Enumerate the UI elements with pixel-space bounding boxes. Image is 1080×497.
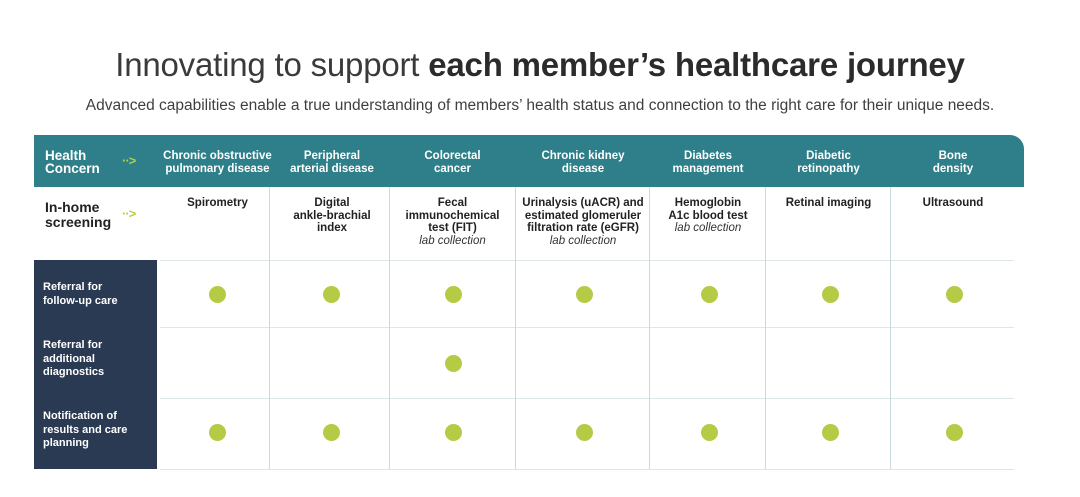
column-divider — [515, 187, 516, 469]
screening-cell-pad: Digital ankle-brachial index — [293, 197, 371, 234]
indicator-dot — [208, 423, 226, 441]
indicator-dot — [322, 285, 340, 303]
indicator-dot — [444, 423, 462, 441]
row-divider — [160, 327, 1014, 328]
indicator-dot — [208, 285, 226, 303]
column-divider — [765, 187, 766, 469]
row-divider — [160, 260, 1014, 261]
indicator-dot — [700, 423, 718, 441]
indicator-dot — [322, 423, 340, 441]
column-header-ckd: Chronic kidney disease — [541, 150, 625, 175]
in-home-screening-label: In-home screening — [45, 199, 112, 230]
page-subtitle: Advanced capabilities enable a true unde… — [85, 97, 995, 114]
arrow-right-icon: ··> — [122, 206, 136, 221]
screening-cell-ckd: Urinalysis (uACR) and estimated glomerul… — [522, 197, 644, 247]
row-label-diagnostics: Referral for additional diagnostics — [43, 339, 105, 378]
column-divider — [649, 187, 650, 469]
screening-cell-bone-density: Ultrasound — [922, 197, 984, 209]
column-divider — [269, 187, 270, 469]
column-header-diabetes: Diabetes management — [672, 150, 744, 175]
screening-cell-retinopathy: Retinal imaging — [785, 197, 872, 209]
column-divider — [890, 187, 891, 469]
column-header-retinopathy: Diabetic retinopathy — [797, 150, 860, 175]
title-regular: Innovating to support — [115, 46, 420, 83]
column-header-pad: Peripheral arterial disease — [290, 150, 374, 175]
row-label-notification: Notification of results and care planning — [43, 410, 128, 449]
title-bold: each member’s healthcare journey — [428, 46, 965, 83]
column-header-bone-density: Bone density — [932, 150, 974, 175]
indicator-dot — [821, 285, 839, 303]
indicator-dot — [945, 285, 963, 303]
indicator-dot — [444, 354, 462, 372]
indicator-dot — [945, 423, 963, 441]
column-header-colorectal: Colorectal cancer — [424, 150, 481, 175]
row-divider — [160, 469, 1014, 470]
row-label-follow-up: Referral for follow-up care — [43, 281, 118, 307]
indicator-dot — [821, 423, 839, 441]
screening-cell-copd: Spirometry — [187, 197, 248, 209]
column-divider — [389, 187, 390, 469]
row-divider — [160, 398, 1014, 399]
screening-cell-colorectal: Fecal immunochemical test (FIT) lab coll… — [405, 197, 500, 247]
arrow-right-icon: ··> — [122, 153, 136, 168]
indicator-dot — [700, 285, 718, 303]
indicator-dot — [444, 285, 462, 303]
health-concern-label: Health Concern — [45, 148, 100, 176]
indicator-dot — [575, 285, 593, 303]
indicator-dot — [575, 423, 593, 441]
column-header-copd: Chronic obstructive pulmonary disease — [163, 150, 272, 175]
page-title: Innovating to support each member’s heal… — [0, 46, 1080, 84]
screening-cell-diabetes: Hemoglobin A1c blood test lab collection — [668, 197, 748, 234]
